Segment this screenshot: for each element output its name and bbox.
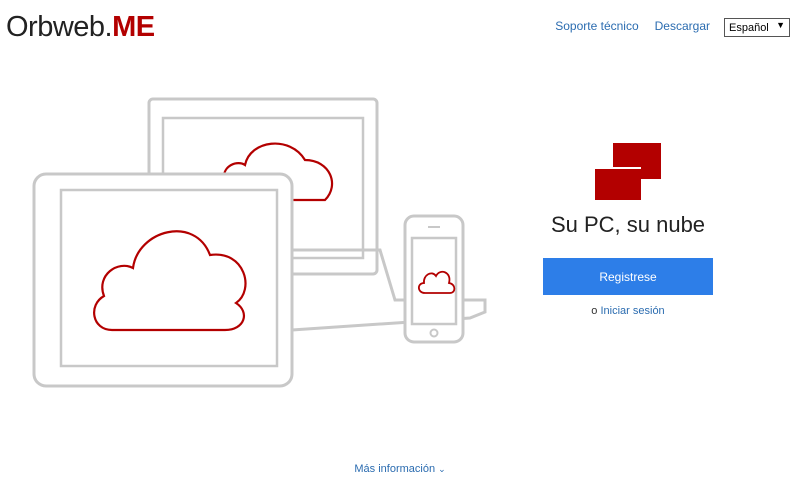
more-info-label: Más información [354,463,436,475]
more-info-link[interactable]: Más información ⌄ [300,463,500,475]
download-link[interactable]: Descargar [655,19,710,33]
language-select[interactable]: Español ▼ [724,18,790,37]
tablet-device [32,172,294,388]
register-button[interactable]: Registrese [543,258,713,295]
top-navigation: Soporte técnico Descargar [555,19,710,33]
support-link[interactable]: Soporte técnico [555,19,638,33]
chevron-down-icon: ⌄ [438,464,446,474]
login-row: o Iniciar sesión [543,305,713,317]
remote-desktop-brand-icon [593,143,661,200]
language-selected-value: Español [729,21,769,34]
phone-device [403,214,465,344]
login-prefix-text: o [591,305,598,317]
page: Orbweb.ME Soporte técnico Descargar Espa… [0,0,800,490]
tagline-heading: Su PC, su nube [550,212,706,237]
devices-illustration [32,97,487,388]
dropdown-arrow-icon: ▼ [776,20,785,30]
login-link[interactable]: Iniciar sesión [600,305,664,317]
